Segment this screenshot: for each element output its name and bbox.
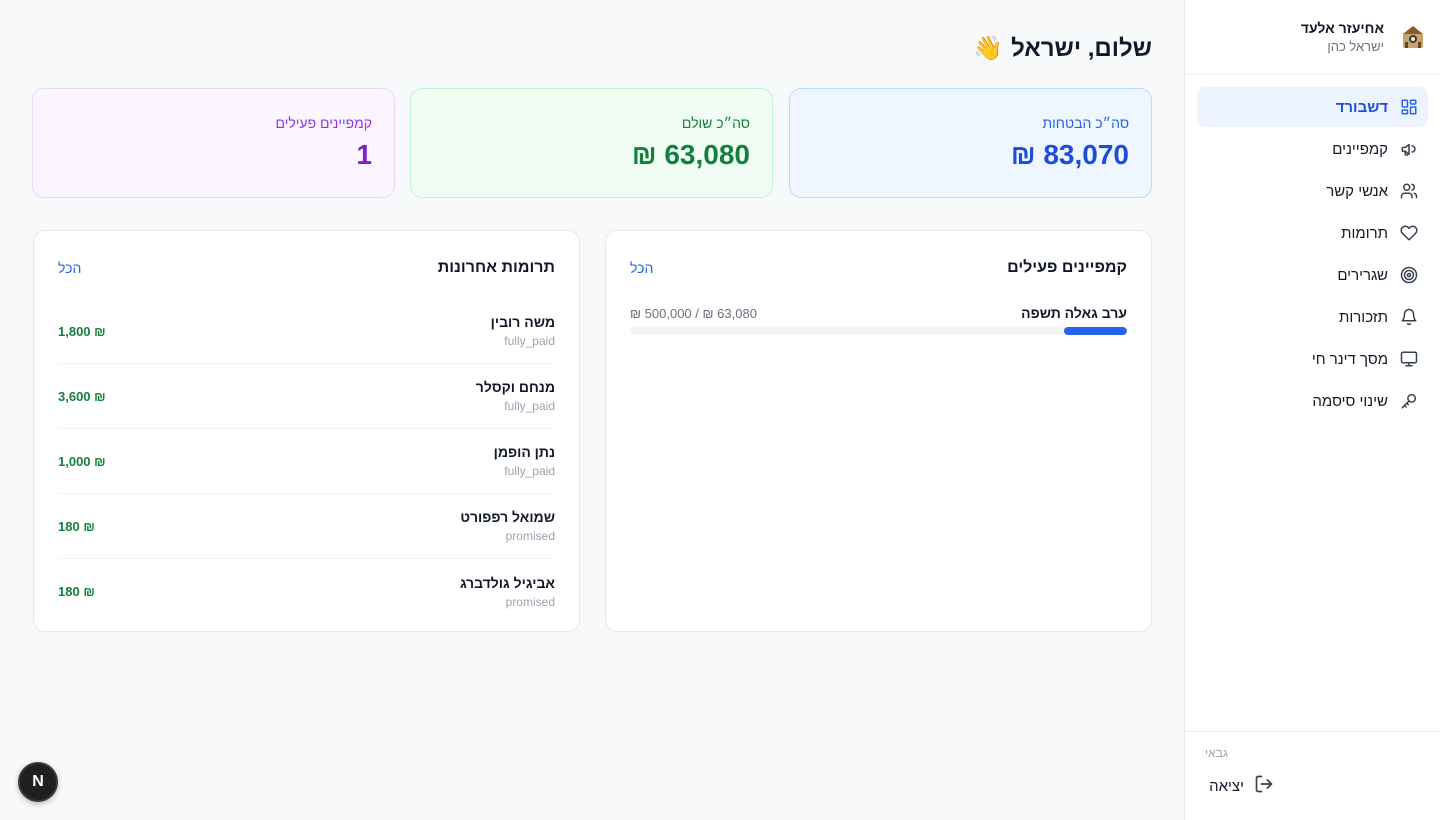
stat-active-campaigns: קמפיינים פעילים 1 [32,88,395,198]
active-campaigns-card: קמפיינים פעילים הכל ערב גאלה תשפה 63,080… [605,230,1152,632]
sidebar-nav: דשבורד קמפיינים אנשי קשר תרומות שגרירים [1185,75,1440,421]
view-all-donations-link[interactable]: הכל [58,260,81,276]
main-content: שלום, ישראל 👋 סה״כ הבטחות 83,070 ₪ סה״כ … [0,0,1184,820]
org-name: אחיעזר אלעד [1300,20,1384,36]
sidebar-item-donations[interactable]: תרומות [1197,213,1428,253]
stat-value: 83,070 ₪ [1010,139,1129,170]
sidebar-item-label: תרומות [1341,224,1388,242]
stat-label: סה״כ שולם [681,115,750,131]
card-header: תרומות אחרונות הכל [58,231,555,305]
card-title: קמפיינים פעילים [1007,259,1127,276]
stat-total-paid: סה״כ שולם 63,080 ₪ [410,88,773,198]
sidebar-item-label: תזכורות [1339,308,1388,326]
sidebar-item-label: מסך דינר חי [1311,350,1388,368]
waving-hand-icon: 👋 [973,35,1004,62]
donor-name: משה רובין [490,314,555,330]
sidebar-item-dashboard[interactable]: דשבורד [1197,87,1428,127]
org-logo-icon [1398,22,1428,52]
list-item[interactable]: שמואל רפפורט promised ₪ 180 [58,494,555,559]
sidebar-item-live-dinner[interactable]: מסך דינר חי [1197,339,1428,379]
donation-amount: ₪ 180 [58,584,95,599]
target-icon [1398,264,1420,286]
users-icon [1398,180,1420,202]
donation-amount: ₪ 1,800 [58,323,106,339]
donor-name: נתן הופמן [493,444,555,460]
stat-label: סה״כ הבטחות [1042,115,1129,131]
sidebar-footer: גבאי יציאה [1185,731,1440,820]
sidebar-item-change-password[interactable]: שינוי סיסמה [1197,381,1428,421]
sidebar-item-reminders[interactable]: תזכורות [1197,297,1428,337]
campaign-row[interactable]: ערב גאלה תשפה 63,080 ₪ / 500,000 ₪ [630,305,1127,335]
logout-button[interactable]: יציאה [1205,774,1420,798]
list-item[interactable]: אביגיל גולדברג promised ₪ 180 [58,559,555,624]
stat-value: 1 [356,139,372,170]
list-item[interactable]: מנחם וקסלר fully_paid ₪ 3,600 [58,364,555,429]
greeting-text: שלום, ישראל [1011,34,1152,62]
heart-icon [1398,222,1420,244]
donation-amount: ₪ 1,000 [58,453,106,469]
campaign-amount: 63,080 ₪ / 500,000 ₪ [630,305,757,321]
recent-donations-card: תרומות אחרונות הכל משה רובין fully_paid … [33,230,580,632]
sidebar-header: אחיעזר אלעד ישראל כהן [1185,0,1440,75]
monitor-icon [1398,348,1420,370]
sidebar-item-label: דשבורד [1335,98,1388,116]
card-title: תרומות אחרונות [437,259,555,276]
user-role: גבאי [1205,746,1228,760]
card-header: קמפיינים פעילים הכל [630,231,1127,305]
donor-name: שמואל רפפורט [460,509,555,525]
donation-amount: ₪ 3,600 [58,388,106,404]
list-item[interactable]: משה רובין fully_paid ₪ 1,800 [58,299,555,364]
view-all-campaigns-link[interactable]: הכל [630,260,653,276]
donations-list: משה רובין fully_paid ₪ 1,800 מנחם וקסלר … [58,299,555,624]
donation-status: promised [505,594,555,609]
sidebar: אחיעזר אלעד ישראל כהן דשבורד קמפיינים אנ… [1184,0,1440,820]
sidebar-user: אחיעזר אלעד ישראל כהן [1301,20,1384,54]
donor-name: מנחם וקסלר [475,379,555,395]
campaign-progress-bar [630,327,1127,335]
campaign-name: ערב גאלה תשפה [1021,305,1127,321]
donation-status: promised [505,529,555,543]
user-name: ישראל כהן [1327,39,1384,54]
campaign-progress-fill [1064,327,1127,335]
sidebar-item-label: אנשי קשר [1326,182,1388,200]
sidebar-item-contacts[interactable]: אנשי קשר [1197,171,1428,211]
key-icon [1398,390,1420,412]
nextjs-dev-badge[interactable]: N [18,762,58,802]
megaphone-icon [1398,138,1420,160]
dashboard-icon [1398,96,1420,118]
sidebar-item-label: שגרירים [1337,266,1388,284]
page-title: שלום, ישראל 👋 [973,34,1152,63]
sidebar-item-campaigns[interactable]: קמפיינים [1197,129,1428,169]
bell-icon [1398,306,1420,328]
donor-name: אביגיל גולדברג [460,574,555,591]
stat-value: 63,080 ₪ [631,139,750,170]
donation-status: fully_paid [504,334,555,348]
sidebar-item-label: שינוי סיסמה [1312,392,1388,410]
donation-amount: ₪ 180 [58,518,95,534]
logout-icon [1254,774,1274,798]
sidebar-item-label: קמפיינים [1332,140,1388,158]
sidebar-item-ambassadors[interactable]: שגרירים [1197,255,1428,295]
logout-label: יציאה [1209,777,1244,795]
list-item[interactable]: נתן הופמן fully_paid ₪ 1,000 [58,429,555,494]
stat-total-pledges: סה״כ הבטחות 83,070 ₪ [789,88,1152,198]
donation-status: fully_paid [504,399,555,413]
donation-status: fully_paid [504,464,555,478]
stat-label: קמפיינים פעילים [275,115,372,131]
